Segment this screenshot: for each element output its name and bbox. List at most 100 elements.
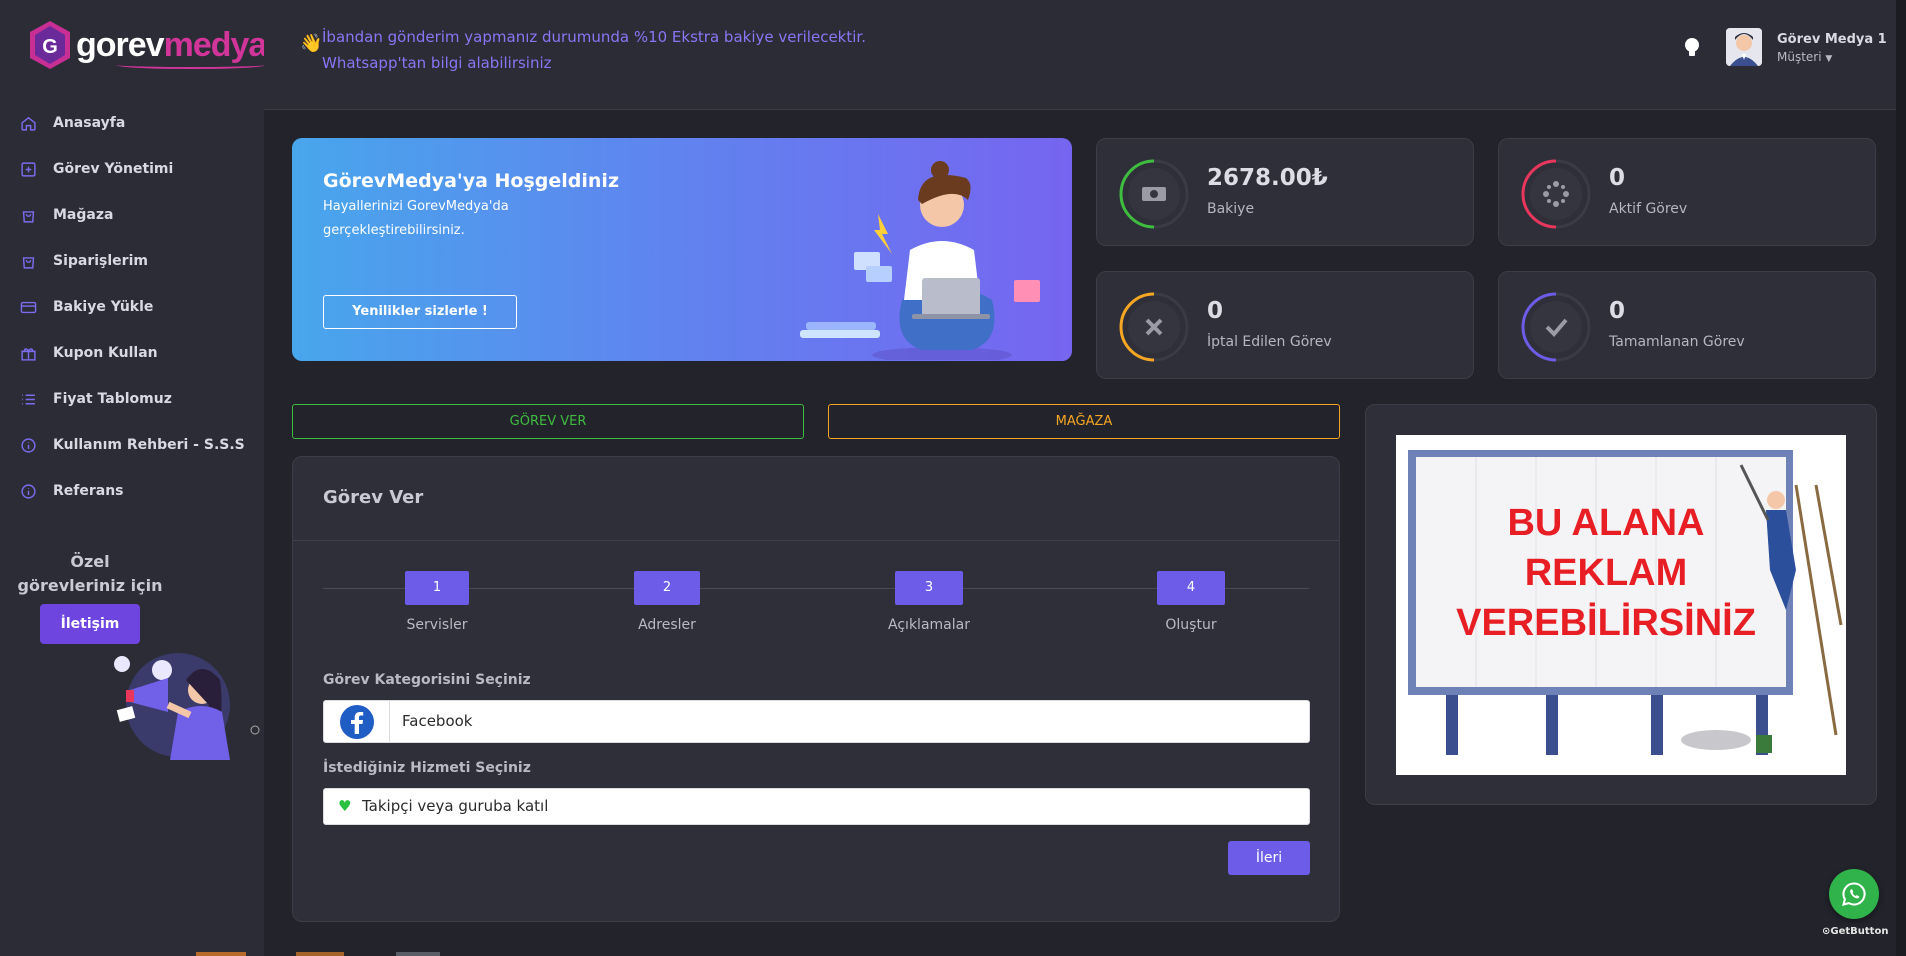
topbar: 👋 İbandan gönderim yapmanız durumunda %1… — [264, 0, 1906, 110]
sidebar-item-label: Fiyat Tablomuz — [53, 391, 172, 407]
gift-icon — [21, 347, 36, 361]
brand-swoosh — [116, 61, 267, 69]
sidebar-item-label: Siparişlerim — [53, 253, 148, 269]
ad-line-3: VEREBİLİRSİNİZ — [1456, 602, 1756, 644]
brand-wordmark: gorevmedya — [76, 25, 268, 69]
whatsapp-label-text: GetButton — [1830, 926, 1889, 937]
service-value: Takipçi veya guruba katıl — [362, 797, 549, 815]
promo-line-1: Özel — [70, 552, 110, 571]
sidebar-item-kupon-kullan[interactable]: Kupon Kullan — [0, 330, 264, 376]
step-label: Servisler — [406, 617, 468, 633]
stat-card-cancelled-tasks: 0 İptal Edilen Görev — [1096, 271, 1474, 379]
user-role: Müşteri — [1777, 50, 1822, 64]
sidebar: G gorevmedya Anasayfa Görev Yönetimi Mağ… — [0, 0, 268, 956]
sidebar-item-siparislerim[interactable]: Siparişlerim — [0, 238, 264, 284]
give-task-button[interactable]: GÖREV VER — [292, 404, 804, 439]
logo-mark-icon: G — [30, 21, 70, 69]
step-label: Adresler — [638, 617, 696, 633]
whatsapp-icon — [1842, 882, 1866, 906]
balance-ring — [1119, 159, 1189, 229]
whatsapp-button[interactable] — [1829, 869, 1879, 919]
divider — [293, 540, 1339, 541]
welcome-banner: GörevMedya'ya Hoşgeldiniz Hayallerinizi … — [292, 138, 1072, 361]
home-icon — [21, 116, 36, 131]
user-avatar-icon — [1726, 28, 1762, 66]
store-button[interactable]: MAĞAZA — [828, 404, 1340, 439]
welcome-illustration — [800, 161, 1040, 360]
next-button[interactable]: İleri — [1228, 841, 1310, 875]
step-label: Oluştur — [1165, 617, 1217, 633]
brand-logo[interactable]: G gorevmedya — [28, 18, 268, 72]
shopping-bag-icon — [22, 256, 35, 269]
megaphone-illustration — [114, 653, 260, 760]
service-select[interactable]: ♥ Takipçi veya guruba katıl — [323, 788, 1310, 825]
step-number: 4 — [1157, 571, 1225, 605]
welcome-subtitle: Hayallerinizi GorevMedya'da gerçekleştir… — [323, 199, 509, 238]
active-tasks-ring — [1521, 159, 1591, 229]
plus-square-icon — [21, 161, 36, 177]
notice-text: İbandan gönderim yapmanız durumunda %10 … — [322, 24, 866, 76]
sidebar-item-fiyat-tablomuz[interactable]: Fiyat Tablomuz — [0, 376, 264, 422]
step-1[interactable]: 1 Servisler — [387, 571, 487, 633]
user-role-dropdown[interactable]: Müşteri ▼ — [1777, 50, 1832, 64]
svg-text:G: G — [42, 36, 58, 58]
step-3[interactable]: 3 Açıklamalar — [879, 571, 979, 633]
sidebar-item-label: Referans — [53, 483, 124, 499]
step-number: 3 — [895, 571, 963, 605]
hand-wave-icon: 👋 — [300, 33, 323, 54]
facebook-icon — [324, 701, 390, 742]
step-number: 1 — [405, 571, 469, 605]
list-icon — [22, 394, 35, 404]
category-select[interactable]: Facebook — [323, 700, 1310, 743]
sidebar-item-label: Mağaza — [53, 207, 114, 223]
ad-line-1: BU ALANA — [1507, 502, 1704, 544]
form-title: Görev Ver — [323, 487, 424, 508]
task-form-card: Görev Ver 1 Servisler 2 Adresler 3 Açıkl… — [292, 456, 1340, 922]
step-4[interactable]: 4 Oluştur — [1141, 571, 1241, 633]
completed-tasks-label: Tamamlanan Görev — [1609, 334, 1745, 350]
cancelled-tasks-label: İptal Edilen Görev — [1207, 334, 1332, 350]
service-label: İstediğiniz Hizmeti Seçiniz — [323, 760, 531, 776]
notice-line-1: İbandan gönderim yapmanız durumunda %10 … — [322, 28, 866, 46]
completed-tasks-value: 0 — [1609, 298, 1626, 324]
sidebar-item-label: Kupon Kullan — [53, 345, 158, 361]
sidebar-item-referans[interactable]: Referans — [0, 468, 264, 514]
sidebar-item-label: Anasayfa — [53, 115, 126, 131]
cancelled-tasks-value: 0 — [1207, 298, 1224, 324]
money-icon — [1142, 187, 1166, 201]
ad-billboard-image[interactable]: BU ALANA REKLAM VEREBİLİRSİNİZ — [1396, 435, 1846, 775]
credit-card-icon — [20, 301, 37, 313]
step-number: 2 — [634, 571, 700, 605]
balance-value: 2678.00₺ — [1207, 165, 1328, 191]
user-name[interactable]: Görev Medya 1 — [1777, 32, 1887, 47]
avatar[interactable] — [1726, 28, 1762, 66]
stat-card-balance: 2678.00₺ Bakiye — [1096, 138, 1474, 246]
shopping-bag-icon — [22, 210, 35, 223]
news-button[interactable]: Yenilikler sizlerle ! — [323, 295, 517, 329]
active-tasks-label: Aktif Görev — [1609, 201, 1688, 217]
contact-promo: Özel görevleriniz için İletişim — [0, 550, 180, 644]
sidebar-item-magaza[interactable]: Mağaza — [0, 192, 264, 238]
completed-tasks-ring — [1521, 292, 1591, 362]
sidebar-item-gorev-yonetimi[interactable]: Görev Yönetimi — [0, 146, 264, 192]
whatsapp-label: ⊙GetButton — [1822, 926, 1889, 937]
welcome-title: GörevMedya'ya Hoşgeldiniz — [323, 170, 620, 192]
brand-part-2: medya — [163, 25, 268, 64]
stat-card-active-tasks: 0 Aktif Görev — [1498, 138, 1876, 246]
category-label: Görev Kategorisini Seçiniz — [323, 672, 531, 688]
active-tasks-value: 0 — [1609, 165, 1626, 191]
sidebar-item-label: Görev Yönetimi — [53, 161, 174, 177]
sidebar-item-kullanim-rehberi[interactable]: Kullanım Rehberi - S.S.S — [0, 422, 264, 468]
step-2[interactable]: 2 Adresler — [617, 571, 717, 633]
sidebar-nav: Anasayfa Görev Yönetimi Mağaza Siparişle… — [0, 100, 264, 514]
contact-button[interactable]: İletişim — [40, 604, 140, 644]
stat-card-completed-tasks: 0 Tamamlanan Görev — [1498, 271, 1876, 379]
lightbulb-icon[interactable] — [1684, 37, 1700, 59]
sidebar-item-label: Bakiye Yükle — [53, 299, 154, 315]
sidebar-item-bakiye-yukle[interactable]: Bakiye Yükle — [0, 284, 264, 330]
page-scrollbar[interactable] — [1896, 0, 1906, 956]
sidebar-item-anasayfa[interactable]: Anasayfa — [0, 100, 264, 146]
balance-label: Bakiye — [1207, 201, 1255, 217]
notice-line-2: Whatsapp'tan bilgi alabilirsiniz — [322, 54, 552, 72]
info-icon — [21, 483, 36, 499]
